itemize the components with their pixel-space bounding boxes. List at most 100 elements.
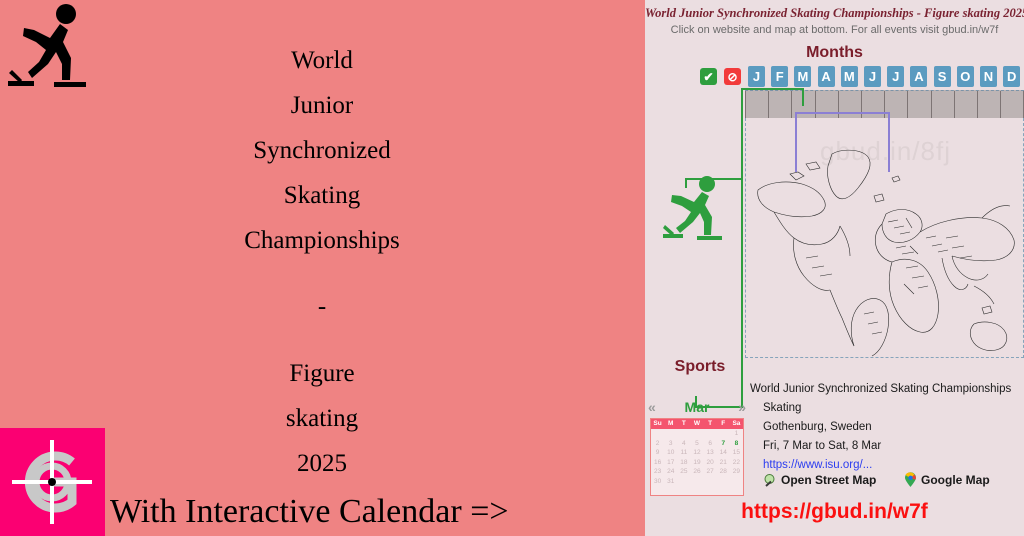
month-button-10[interactable]: N xyxy=(980,66,997,87)
timeline-tick xyxy=(953,91,955,119)
calendar-next-button[interactable]: » xyxy=(738,399,746,415)
calendar-day-26[interactable]: 26 xyxy=(690,467,703,477)
calendar-day-31[interactable]: 31 xyxy=(664,477,677,487)
calendar-day-15[interactable]: 15 xyxy=(730,448,743,458)
calendar-day-empty xyxy=(690,429,703,439)
month-button-6[interactable]: J xyxy=(887,66,905,87)
calendar-week-row: 23 24 25 26 27 28 29 xyxy=(651,467,743,477)
month-button-1[interactable]: F xyxy=(771,66,789,87)
sports-heading: Sports xyxy=(674,358,726,375)
calendar-week-row: 1 xyxy=(651,429,743,439)
poster-title: World Junior Synchronized Skating Champi… xyxy=(92,38,552,486)
calendar-day-19[interactable]: 19 xyxy=(690,458,703,468)
calendar-day-2[interactable]: 2 xyxy=(651,439,664,449)
magnifier-icon xyxy=(764,473,775,487)
month-button-0[interactable]: J xyxy=(748,66,765,87)
calendar-day-empty xyxy=(717,477,730,487)
calendar-day-empty xyxy=(730,477,743,487)
calendar-weekday: M xyxy=(668,420,674,427)
google-map-label: Google Map xyxy=(921,473,990,487)
calendar-day-16[interactable]: 16 xyxy=(651,458,664,468)
title-line: skating xyxy=(285,405,359,432)
ice-skater-icon xyxy=(8,4,86,87)
connector-month-right xyxy=(802,88,804,106)
month-button-2[interactable]: M xyxy=(794,66,812,87)
calendar-day-empty xyxy=(651,429,664,439)
calendar-week-row: 30 31 xyxy=(651,477,743,487)
calendar-day-28[interactable]: 28 xyxy=(717,467,730,477)
bottom-url[interactable]: https://gbud.in/w7f xyxy=(645,500,1024,524)
google-map-link[interactable]: Google Map xyxy=(903,472,990,488)
event-sport: Skating xyxy=(763,402,802,414)
month-button-8[interactable]: S xyxy=(933,66,951,87)
calendar-weekday: T xyxy=(681,420,686,427)
calendar-day-18[interactable]: 18 xyxy=(677,458,690,468)
event-name: World Junior Synchronized Skating Champi… xyxy=(750,383,1012,395)
calendar-day-3[interactable]: 3 xyxy=(664,439,677,449)
title-line: World xyxy=(291,47,353,74)
event-info-panel: World Junior Synchronized Skating Champi… xyxy=(750,380,1022,475)
poster-root: World Junior Synchronized Skating Champi… xyxy=(0,0,1024,536)
calendar-weekday: F xyxy=(721,420,726,427)
select-all-toggle[interactable]: ✔ xyxy=(700,68,717,85)
calendar-day-4[interactable]: 4 xyxy=(677,439,690,449)
calendar-weekday: W xyxy=(693,420,701,427)
calendar-day-20[interactable]: 20 xyxy=(704,458,717,468)
month-button-4[interactable]: M xyxy=(840,66,858,87)
month-button-7[interactable]: A xyxy=(910,66,928,87)
title-line: Skating xyxy=(283,182,361,209)
title-line: - xyxy=(317,293,327,320)
calendar-day-empty xyxy=(664,429,677,439)
calendar-day-9[interactable]: 9 xyxy=(651,448,664,458)
event-location: Gothenburg, Sweden xyxy=(763,421,872,433)
calendar-day-21[interactable]: 21 xyxy=(717,458,730,468)
calendar-day-8[interactable]: 8 xyxy=(730,439,743,449)
open-street-map-link[interactable]: Open Street Map xyxy=(763,472,903,488)
skating-sport-icon[interactable] xyxy=(663,175,725,243)
title-line: Figure xyxy=(289,360,355,387)
calendar-week-row: 9 10 11 12 13 14 15 xyxy=(651,448,743,458)
timeline-tick xyxy=(907,91,909,119)
month-button-3[interactable]: A xyxy=(817,66,835,87)
timeline-tick xyxy=(745,91,746,119)
calendar-prev-button[interactable]: « xyxy=(648,399,656,415)
calendar-day-25[interactable]: 25 xyxy=(677,467,690,477)
calendar-day-grid: 1 2 3 4 5 6 7 8 9 10 11 12 13 14 15 16 17 18 19 20 21 22 23 24 2… xyxy=(651,429,743,487)
calendar-day-6[interactable]: 6 xyxy=(704,439,717,449)
title-line: Championships xyxy=(244,227,400,254)
month-button-5[interactable]: J xyxy=(864,66,881,87)
calendar-weekday: Su xyxy=(653,420,662,427)
event-date-bar[interactable] xyxy=(795,112,890,172)
deselect-all-toggle[interactable]: ⊘ xyxy=(724,68,741,85)
calendar-day-empty xyxy=(704,477,717,487)
calendar-day-empty xyxy=(677,477,690,487)
calendar-day-30[interactable]: 30 xyxy=(651,477,664,487)
timeline-tick xyxy=(791,91,793,119)
calendar-weekday-row: Su M T W T F Sa xyxy=(651,419,743,429)
calendar-day-14[interactable]: 14 xyxy=(717,448,730,458)
calendar-day-empty xyxy=(704,429,717,439)
calendar-day-empty xyxy=(717,429,730,439)
calendar-day-5[interactable]: 5 xyxy=(690,439,703,449)
calendar-day-24[interactable]: 24 xyxy=(664,467,677,477)
calendar-day-1[interactable]: 1 xyxy=(730,429,743,439)
calendar-day-13[interactable]: 13 xyxy=(704,448,717,458)
calendar-day-11[interactable]: 11 xyxy=(677,448,690,458)
month-button-11[interactable]: D xyxy=(1003,66,1021,87)
mini-calendar[interactable]: Su M T W T F Sa 1 2 3 4 5 6 7 8 9 10 11 12 13 14 15 16 17 18 19 2… xyxy=(650,418,744,496)
calendar-day-7[interactable]: 7 xyxy=(717,439,730,449)
timeline-tick xyxy=(930,91,932,119)
calendar-day-17[interactable]: 17 xyxy=(664,458,677,468)
calendar-day-22[interactable]: 22 xyxy=(730,458,743,468)
calendar-day-27[interactable]: 27 xyxy=(704,467,717,477)
calendar-weekday: T xyxy=(708,420,713,427)
timeline-tick xyxy=(1000,91,1002,119)
calendar-day-23[interactable]: 23 xyxy=(651,467,664,477)
calendar-day-12[interactable]: 12 xyxy=(690,448,703,458)
title-line: 2025 xyxy=(297,450,347,477)
calendar-day-29[interactable]: 29 xyxy=(730,467,743,477)
tagline-text: With Interactive Calendar => xyxy=(110,493,509,530)
month-button-9[interactable]: O xyxy=(956,66,974,87)
calendar-day-10[interactable]: 10 xyxy=(664,448,677,458)
calendar-day-empty xyxy=(690,477,703,487)
